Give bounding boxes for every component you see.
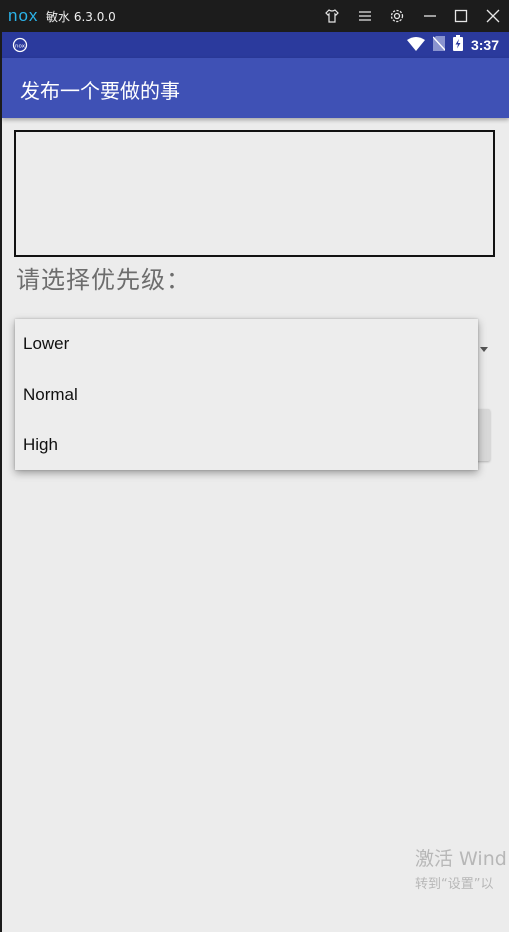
dropdown-option-high[interactable]: High xyxy=(15,420,478,470)
task-text-input[interactable] xyxy=(14,130,495,257)
wifi-icon xyxy=(406,36,425,55)
status-icons: 3:37 xyxy=(406,35,499,55)
gear-icon[interactable] xyxy=(387,6,407,26)
minimize-icon[interactable] xyxy=(420,6,440,26)
nox-logo: nox xyxy=(8,6,39,25)
app-bar: 发布一个要做的事 xyxy=(2,58,509,118)
activation-watermark-subtitle: 转到“设置”以 xyxy=(415,877,494,892)
nox-status-icon: nox xyxy=(12,37,28,53)
emulator-title-bar: nox 敏水 6.3.0.0 xyxy=(0,0,509,32)
dropdown-option-normal[interactable]: Normal xyxy=(15,370,478,420)
android-screen: nox 3:37 发布一个要做的事 请选择优先级： Lower Normal H… xyxy=(2,32,509,932)
status-time: 3:37 xyxy=(470,37,499,53)
battery-charging-icon xyxy=(452,35,463,55)
svg-text:nox: nox xyxy=(15,44,26,50)
no-sim-icon xyxy=(432,35,446,55)
priority-dropdown-list: Lower Normal High xyxy=(15,319,478,470)
status-bar: nox 3:37 xyxy=(2,32,509,58)
activation-watermark-title: 激活 Wind xyxy=(415,848,507,870)
maximize-icon[interactable] xyxy=(451,6,471,26)
menu-icon[interactable] xyxy=(355,6,375,26)
emulator-title: 敏水 6.3.0.0 xyxy=(46,10,116,24)
dropdown-option-lower[interactable]: Lower xyxy=(15,319,478,369)
close-icon[interactable] xyxy=(483,6,503,26)
priority-label: 请选择优先级： xyxy=(16,266,191,294)
shirt-icon[interactable] xyxy=(322,6,342,26)
spinner-dropdown-arrow-icon[interactable] xyxy=(480,347,488,352)
app-title: 发布一个要做的事 xyxy=(20,79,180,103)
